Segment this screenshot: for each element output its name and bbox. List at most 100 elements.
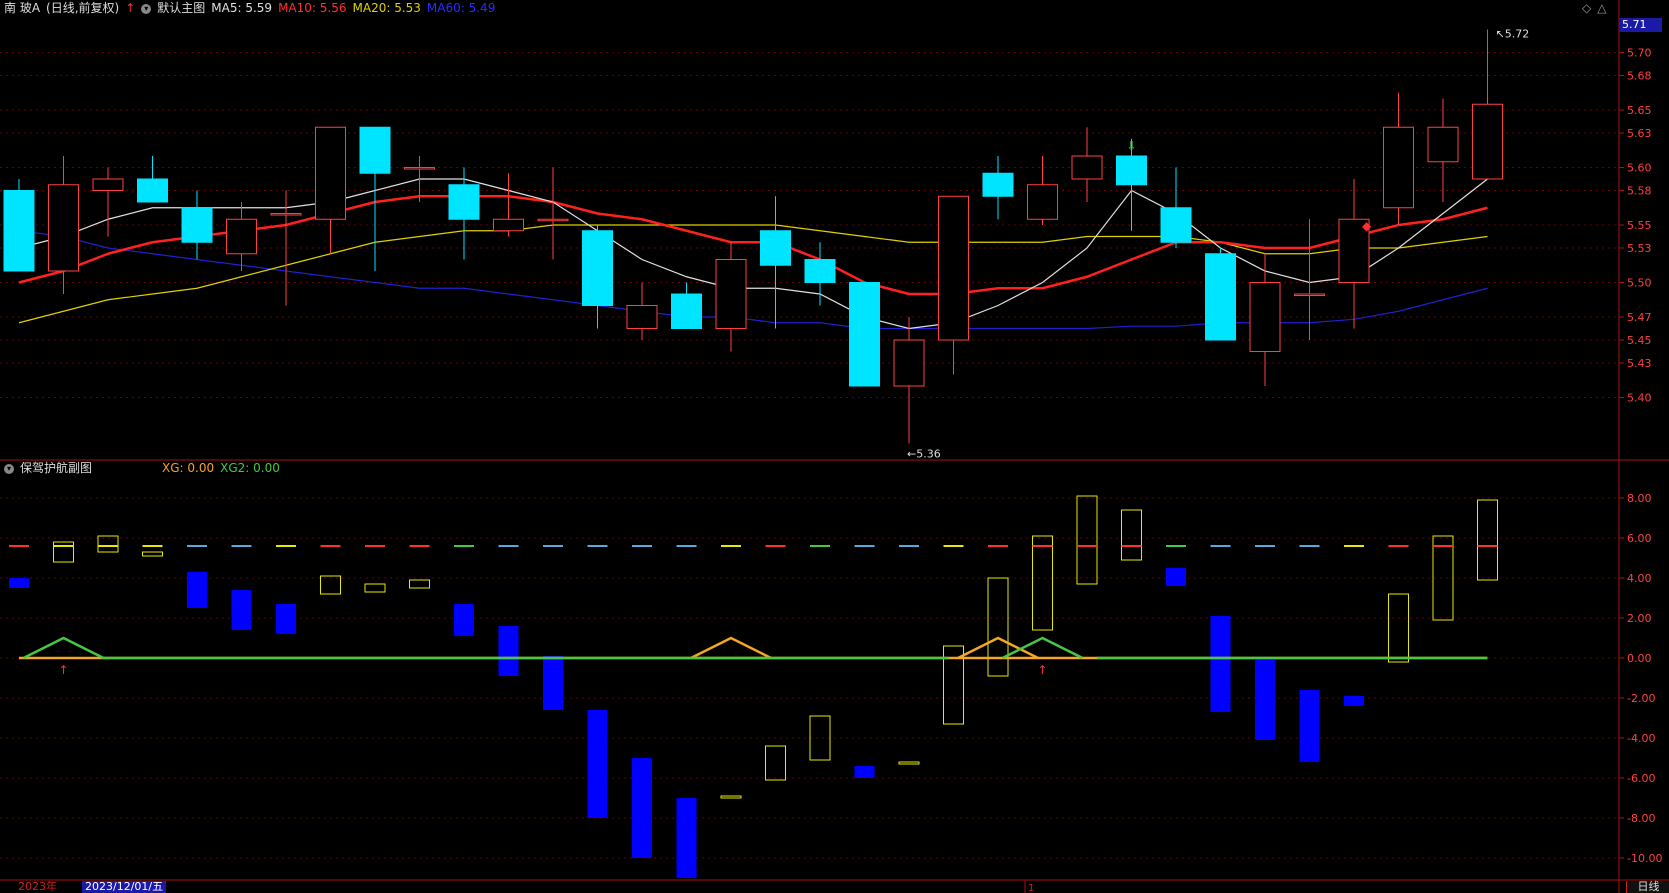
- candle: [1027, 156, 1058, 225]
- sub-chart-name[interactable]: 保驾护航副图: [20, 461, 92, 475]
- y-tick-label: 5.47: [1627, 311, 1652, 324]
- sub-bar-down: [454, 604, 474, 636]
- candle: [1472, 29, 1503, 180]
- sub-bar-down: [231, 590, 252, 630]
- xg-peak: [957, 636, 1039, 660]
- sub-bar-up: [142, 551, 163, 557]
- up-arrow-icon: ↑: [125, 1, 136, 15]
- candle-body: [1071, 155, 1103, 180]
- stock-chart-canvas[interactable]: 1 5.70 5.68 5.65 5.63 5.60 5.58 5.55 5.53 5.50 5.4…: [0, 0, 1669, 893]
- y-tick-label: 5.68: [1627, 70, 1652, 83]
- candle-body: [1160, 207, 1192, 243]
- y-tick-label: -8.00: [1627, 812, 1655, 825]
- sub-bar-up: [364, 583, 386, 593]
- year-label: 2023年: [18, 880, 57, 893]
- candle: [1427, 98, 1459, 202]
- y-tick-label: 6.00: [1627, 532, 1652, 545]
- candle: [982, 156, 1014, 220]
- sub-bar-up: [1076, 495, 1098, 585]
- candle: [760, 196, 791, 329]
- candle-body: [448, 184, 480, 220]
- y-tick-label: 5.43: [1627, 357, 1652, 370]
- chevron-down-icon[interactable]: ▾: [4, 463, 14, 474]
- y-tick-label: 5.70: [1627, 47, 1652, 60]
- triangle-up-icon[interactable]: △: [1597, 1, 1606, 15]
- candle-body: [1116, 155, 1147, 186]
- y-tick-label: 0.00: [1627, 652, 1652, 665]
- y-tick-label: -6.00: [1627, 772, 1655, 785]
- candle-body: [226, 218, 257, 255]
- sub-chart-header: ▾ 保驾护航副图 XG: 0.00 XG2: 0.00: [4, 460, 286, 476]
- candle-body: [938, 195, 969, 341]
- candle: [582, 225, 613, 329]
- diamond-icon[interactable]: ◇: [1582, 1, 1591, 15]
- sub-bar-down: [1299, 690, 1320, 762]
- candle-body: [804, 259, 836, 283]
- main-chart-name[interactable]: 默认主图: [157, 1, 205, 15]
- candle-body: [849, 282, 880, 387]
- sub-bar-down: [854, 766, 875, 778]
- candle: [181, 190, 213, 260]
- candle-body: [626, 305, 658, 329]
- candle-body: [404, 167, 435, 170]
- period-label: (日线,前复权): [46, 1, 120, 15]
- candle-body: [1205, 253, 1236, 341]
- low-marker: ←5.36: [907, 448, 941, 461]
- candle: [226, 202, 257, 271]
- y-tick-label: 5.65: [1627, 104, 1652, 117]
- red-up-arrow-icon: ↑: [1038, 663, 1048, 677]
- candle-body: [671, 293, 702, 329]
- stock-name[interactable]: 南 玻A: [4, 1, 40, 15]
- cursor-date: 2023/12/01/五: [82, 881, 167, 893]
- candle: [849, 282, 880, 387]
- xg-peak: [690, 636, 772, 660]
- candle: [137, 156, 168, 203]
- green-arrow-icon: ⇩: [1127, 139, 1137, 153]
- y-tick-label: 5.58: [1627, 185, 1652, 198]
- candle: [938, 195, 969, 375]
- sub-bar-down: [1344, 696, 1364, 706]
- candle-body: [1427, 126, 1459, 163]
- main-chart-header: 南 玻A (日线,前复权) ↑ ▾ 默认主图 MA5: 5.59 MA10: 5.56 MA2…: [4, 0, 501, 16]
- red-arrow-icon: ◆: [1362, 219, 1372, 233]
- sub-bar-down: [498, 626, 519, 676]
- candle-body: [893, 339, 925, 387]
- sub-bar-up: [898, 761, 920, 765]
- candle-body: [92, 178, 124, 191]
- candle: [1338, 179, 1370, 329]
- candle: [671, 282, 702, 329]
- candle: [804, 242, 836, 306]
- sub-bar-down: [632, 758, 652, 858]
- candle-body: [359, 126, 391, 174]
- y-tick-label: 5.50: [1627, 277, 1652, 290]
- sub-bar-up: [1032, 535, 1053, 631]
- ma10-label: MA10: 5.56: [278, 1, 347, 15]
- candle-body: [493, 218, 524, 232]
- candle-body: [760, 230, 791, 266]
- y-tick-label: 5.45: [1627, 334, 1652, 347]
- sub-bar-down: [9, 578, 29, 588]
- chevron-down-icon[interactable]: ▾: [141, 3, 152, 14]
- candle-body: [181, 207, 213, 243]
- sub-bar-up: [1477, 499, 1498, 581]
- ma20-label: MA20: 5.53: [352, 1, 421, 15]
- xg2-peak: [22, 636, 105, 660]
- candle-body: [1294, 293, 1325, 296]
- header-controls: ◇ △: [1582, 0, 1612, 16]
- candle: [359, 126, 391, 271]
- candle-body: [1383, 126, 1414, 209]
- sub-bar-down: [543, 656, 563, 710]
- xg-label: XG: 0.00: [162, 461, 215, 475]
- candle: [92, 167, 124, 237]
- xg2-label: XG2: 0.00: [220, 461, 280, 475]
- candle-body: [3, 190, 35, 272]
- y-tick-label: 8.00: [1627, 492, 1652, 505]
- month-label: 1: [1028, 883, 1034, 893]
- y-tick-label: 5.60: [1627, 162, 1652, 175]
- high-marker: ↖5.72: [1496, 28, 1530, 41]
- sub-bar-up: [1121, 509, 1142, 561]
- candle-body: [137, 178, 168, 203]
- period-button[interactable]: 日线: [1626, 881, 1669, 893]
- sub-bar-up: [765, 745, 786, 781]
- candle: [626, 282, 658, 340]
